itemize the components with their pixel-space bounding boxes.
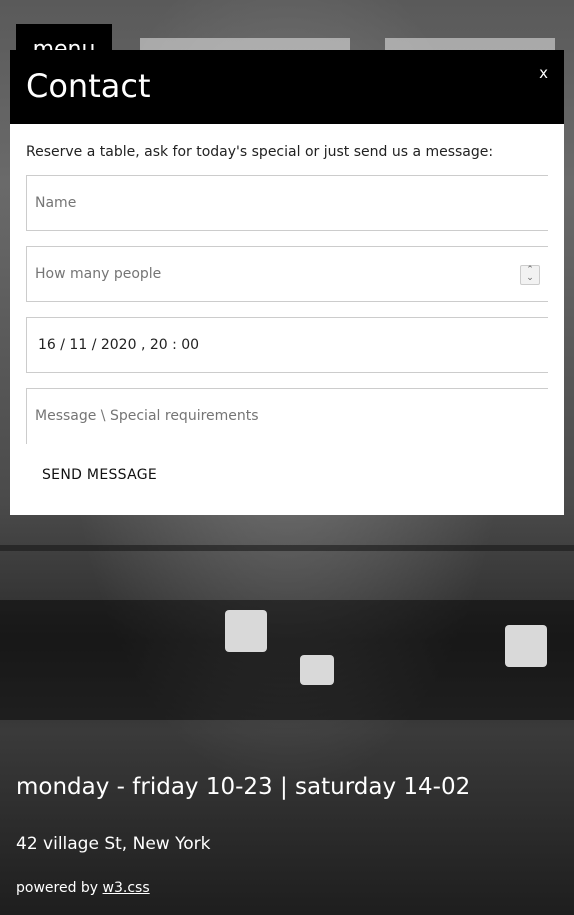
contact-modal: Contact x Reserve a table, ask for today… bbox=[10, 50, 564, 515]
people-input[interactable]: How many people ⌃ ⌄ bbox=[26, 246, 548, 302]
w3css-link[interactable]: w3.css bbox=[103, 880, 150, 896]
name-input[interactable]: Name bbox=[26, 175, 548, 231]
datetime-value: 16 / 11 / 2020 , 20 : 00 bbox=[38, 337, 200, 353]
close-button[interactable]: x bbox=[539, 64, 548, 82]
spinner-icon[interactable]: ⌃ ⌄ bbox=[520, 265, 540, 285]
powered-by: powered by w3.css bbox=[16, 880, 150, 896]
message-input[interactable]: Message \ Special requirements bbox=[26, 388, 548, 444]
counter bbox=[0, 600, 574, 720]
powered-prefix: powered by bbox=[16, 880, 103, 896]
cup bbox=[300, 655, 334, 685]
shelf bbox=[0, 545, 574, 551]
address: 42 village St, New York bbox=[16, 834, 211, 854]
modal-body: Reserve a table, ask for today's special… bbox=[10, 124, 564, 483]
send-message-button[interactable]: SEND MESSAGE bbox=[42, 467, 157, 483]
cup bbox=[225, 610, 267, 652]
cup bbox=[505, 625, 547, 667]
intro-text: Reserve a table, ask for today's special… bbox=[26, 144, 494, 160]
people-placeholder: How many people bbox=[35, 266, 162, 282]
modal-title: Contact bbox=[26, 67, 151, 105]
message-placeholder: Message \ Special requirements bbox=[35, 408, 259, 424]
name-placeholder: Name bbox=[35, 195, 77, 211]
modal-header: Contact x bbox=[10, 50, 564, 124]
opening-hours: monday - friday 10-23 | saturday 14-02 bbox=[16, 774, 471, 800]
datetime-input[interactable]: 16 / 11 / 2020 , 20 : 00 bbox=[26, 317, 548, 373]
